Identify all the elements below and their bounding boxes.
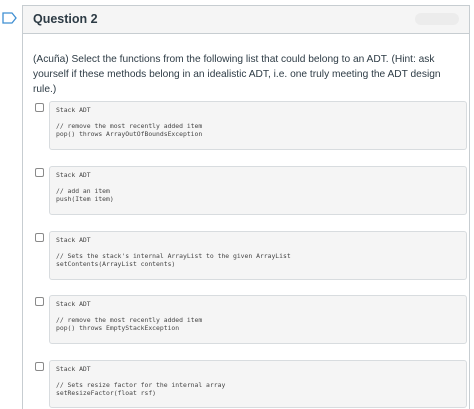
answer-heading: Stack ADT [56,365,91,373]
answer-signature: setContents(ArrayList contents) [56,260,176,268]
answer-code-block: Stack ADT // Sets the stack's internal A… [49,231,467,280]
answer-checkbox[interactable] [35,297,44,306]
answer-heading: Stack ADT [56,106,91,114]
question-title: Question 2 [33,12,98,26]
points-redacted [415,13,459,25]
answer-comment: // add an item [56,187,110,195]
answer-heading: Stack ADT [56,171,91,179]
answer-code-block: Stack ADT // Sets resize factor for the … [49,360,467,408]
answer-comment: // remove the most recently added item [56,122,203,130]
answer-comment: // remove the most recently added item [56,316,203,324]
answer-code-block: Stack ADT // add an item push(Item item) [49,166,467,215]
answer-code-block: Stack ADT // remove the most recently ad… [49,101,467,150]
answer-heading: Stack ADT [56,236,91,244]
answer-blank-line [56,179,460,187]
answer-signature: pop() throws ArrayOutOfBoundsException [56,130,203,138]
answer-comment: // Sets the stack's internal ArrayList t… [56,252,291,260]
flag-question-icon[interactable] [2,12,18,24]
answer-blank-line [56,373,460,381]
answer-blank-line [56,114,460,122]
question-text: (Acuña) Select the functions from the fo… [33,54,441,95]
answer-checkbox[interactable] [35,103,44,112]
answer-blank-line [56,244,460,252]
answer-comment: // Sets resize factor for the internal a… [56,381,226,389]
answer-blank-line [56,308,460,316]
question-card: Question 2 (Acuña) Select the functions … [22,5,470,409]
answer-signature: push(Item item) [56,195,114,203]
question-header: Question 2 [23,6,469,34]
answer-checkbox[interactable] [35,233,44,242]
answer-code-block: Stack ADT // remove the most recently ad… [49,295,467,344]
answer-checkbox[interactable] [35,362,44,371]
answer-heading: Stack ADT [56,300,91,308]
answer-signature: pop() throws EmptyStackException [56,324,180,332]
answer-checkbox[interactable] [35,168,44,177]
answer-signature: setResizeFactor(float rsf) [56,389,157,397]
